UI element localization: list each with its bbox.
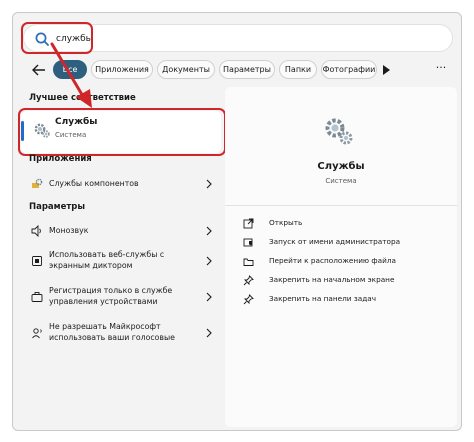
setting-item-mono-audio[interactable]: Монозвук: [23, 221, 219, 241]
open-external-icon: [243, 218, 254, 229]
action-label: Запуск от имени администратора: [269, 237, 401, 246]
more-options-icon[interactable]: ···: [433, 62, 449, 78]
settings-heading: Параметры: [29, 202, 86, 212]
chevron-right-icon: [206, 256, 212, 266]
tab-documents[interactable]: Документы: [157, 60, 215, 79]
narrator-icon: [32, 256, 42, 266]
pin-icon: [243, 294, 254, 305]
chevron-right-icon: [206, 292, 212, 302]
detail-subtitle: Система: [325, 177, 357, 185]
setting-item-label: Монозвук: [49, 226, 89, 235]
chevron-right-icon: [206, 226, 212, 236]
setting-item-mdm-enroll[interactable]: Регистрация только в службе управления у…: [23, 283, 219, 311]
action-label: Перейти к расположению файла: [269, 256, 396, 265]
setting-item-label-line2: управления устройствами: [49, 297, 158, 306]
voice-person-icon: [32, 328, 42, 339]
action-label: Закрепить на панели задач: [269, 294, 377, 303]
services-gear-icon: [325, 118, 353, 145]
folder-icon: [243, 258, 254, 266]
speaker-icon: [31, 225, 41, 237]
app-item-component-services[interactable]: Службы компонентов: [23, 173, 219, 195]
setting-item-label-line1: Регистрация только в службе: [49, 286, 173, 295]
play-icon[interactable]: [379, 62, 393, 78]
services-gear-icon: [34, 123, 50, 138]
detail-title: Службы: [317, 161, 365, 172]
search-icon: [35, 32, 49, 46]
action-label: Закрепить на начальном экране: [269, 275, 395, 284]
action-pin-to-taskbar[interactable]: Закрепить на панели задач: [243, 293, 443, 307]
best-match-name: Службы: [55, 117, 98, 127]
apps-heading: Приложения: [29, 154, 92, 164]
selection-indicator: [21, 121, 24, 141]
action-open-file-location[interactable]: Перейти к расположению файла: [243, 255, 443, 269]
search-input[interactable]: [56, 30, 436, 48]
best-match-heading: Лучшее соответствие: [29, 93, 136, 103]
filter-bar: Все Приложения Документы Параметры Папки…: [13, 58, 461, 82]
setting-item-label-line2: использовать ваши голосовые: [49, 333, 175, 342]
tab-settings[interactable]: Параметры: [219, 60, 275, 79]
action-label: Открыть: [269, 218, 303, 227]
shield-admin-icon: [243, 238, 253, 247]
tab-apps[interactable]: Приложения: [91, 60, 153, 79]
briefcase-icon: [31, 292, 43, 302]
app-item-label: Службы компонентов: [49, 179, 139, 188]
chevron-right-icon: [206, 328, 212, 338]
setting-item-voice-data[interactable]: Не разрешать Майкрософт использовать ваш…: [23, 319, 219, 347]
action-open[interactable]: Открыть: [243, 217, 443, 231]
best-match-result[interactable]: Службы Система: [21, 111, 221, 153]
action-run-as-admin[interactable]: Запуск от имени администратора: [243, 236, 443, 250]
setting-item-label-line2: экранным диктором: [49, 261, 133, 270]
search-window: Все Приложения Документы Параметры Папки…: [12, 12, 462, 431]
tab-all[interactable]: Все: [53, 60, 87, 79]
component-services-icon: [32, 178, 43, 188]
pin-icon: [243, 275, 254, 286]
tab-photos[interactable]: Фотографии: [321, 60, 377, 79]
search-box[interactable]: [23, 24, 453, 52]
tab-folders[interactable]: Папки: [279, 60, 317, 79]
setting-item-label-line1: Не разрешать Майкрософт: [49, 322, 161, 331]
setting-item-label-line1: Использовать веб-службы с: [49, 250, 165, 259]
divider: [225, 205, 457, 206]
chevron-right-icon: [206, 179, 212, 189]
back-arrow-icon[interactable]: [29, 60, 49, 80]
setting-item-narrator-web-services[interactable]: Использовать веб-службы с экранным дикто…: [23, 247, 219, 275]
action-pin-to-start[interactable]: Закрепить на начальном экране: [243, 274, 443, 288]
detail-panel: Службы Система Открыть Запуск от имени а…: [225, 87, 457, 427]
best-match-subtitle: Система: [55, 131, 87, 139]
